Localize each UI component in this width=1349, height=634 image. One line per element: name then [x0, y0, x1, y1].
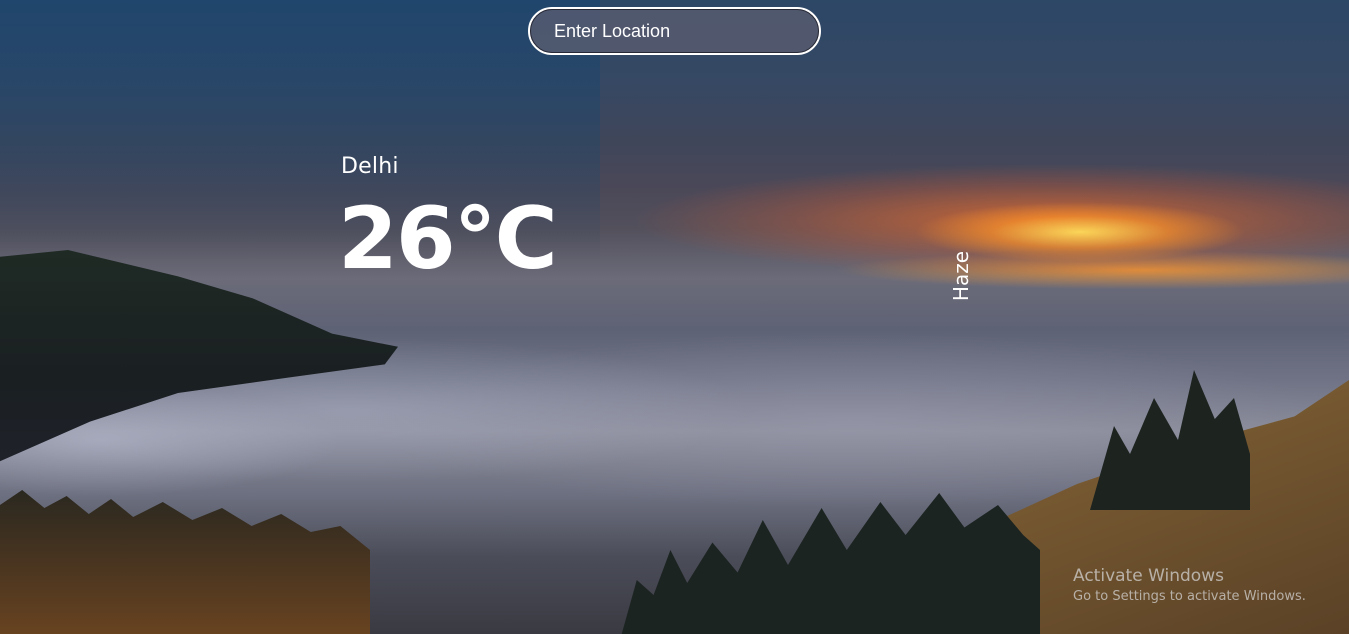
activate-windows-watermark: Activate Windows Go to Settings to activ…	[1073, 566, 1306, 604]
background-landscape-image	[0, 0, 1349, 634]
weather-condition: Haze	[949, 250, 973, 302]
watermark-subtitle: Go to Settings to activate Windows.	[1073, 589, 1306, 604]
watermark-title: Activate Windows	[1073, 566, 1224, 586]
city-name: Delhi	[341, 154, 399, 179]
search-box	[528, 7, 821, 55]
location-search-input[interactable]	[528, 7, 821, 55]
temperature-display: 26°C	[338, 189, 558, 289]
